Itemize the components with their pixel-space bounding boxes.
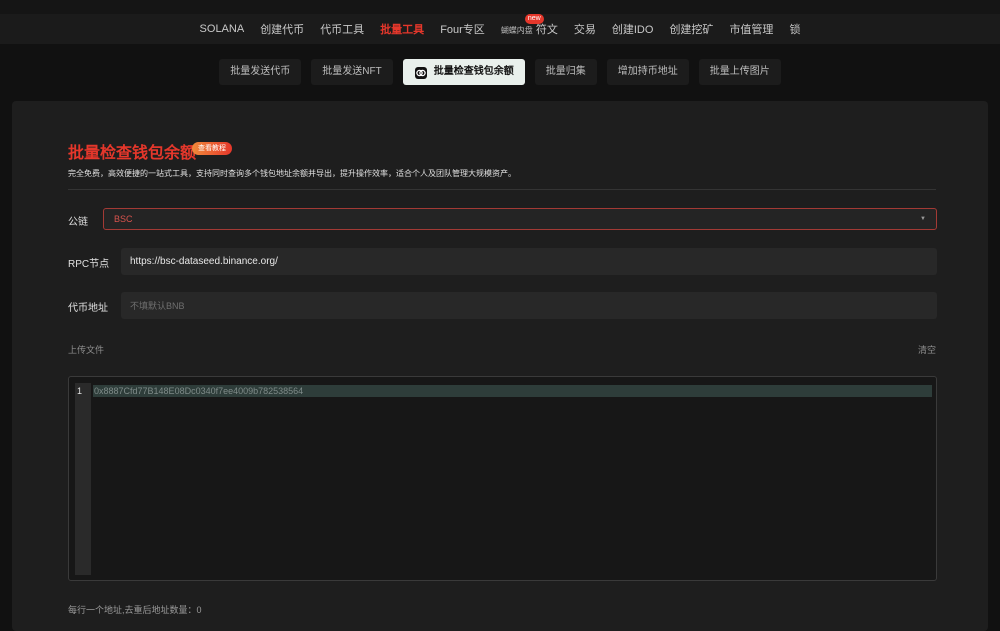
token-address-label: 代币地址 bbox=[68, 303, 108, 314]
main-panel: 批量检查钱包余额 查看教程 完全免费，高效便捷的一站式工具，支持同时查询多个钱包… bbox=[12, 101, 988, 631]
wallet-icon bbox=[414, 65, 428, 79]
rpc-label: RPC节点 bbox=[68, 259, 110, 270]
nav-item-batch-tools[interactable]: 批量工具 bbox=[372, 21, 432, 37]
divider bbox=[68, 189, 936, 190]
tab-batch-collect[interactable]: 批量归集 bbox=[534, 59, 597, 85]
nav-item-token-tools[interactable]: 代币工具 bbox=[312, 21, 372, 37]
tab-add-holder-address[interactable]: 增加持币地址 bbox=[606, 59, 689, 85]
nav-item-market-cap[interactable]: 市值管理 bbox=[721, 21, 781, 37]
page-description: 完全免费，高效便捷的一站式工具，支持同时查询多个钱包地址余额并导出，提升操作效率… bbox=[68, 169, 516, 178]
nav-item-runes-label: 符文 bbox=[535, 24, 558, 36]
top-strip bbox=[0, 0, 1000, 14]
tab-batch-check-balance-label: 批量检查钱包余额 bbox=[433, 66, 514, 77]
chain-select[interactable]: BSC ▼ bbox=[103, 208, 937, 230]
nav-item-create-mining[interactable]: 创建挖矿 bbox=[661, 21, 721, 37]
new-badge: new bbox=[524, 14, 544, 24]
nav-item-lock[interactable]: 锁 bbox=[781, 21, 808, 37]
caret-down-icon: ▼ bbox=[920, 216, 926, 222]
nav-item-create-ido[interactable]: 创建IDO bbox=[604, 21, 662, 37]
tab-batch-send-nft[interactable]: 批量发送NFT bbox=[311, 59, 393, 85]
sub-nav: 批量发送代币 批量发送NFT 批量检查钱包余额 批量归集 增加持币地址 批量上传… bbox=[0, 58, 1000, 86]
rpc-input[interactable] bbox=[121, 248, 937, 275]
token-address-input[interactable] bbox=[121, 292, 937, 319]
tab-batch-check-balance[interactable]: 批量检查钱包余额 bbox=[402, 59, 525, 85]
tab-batch-send-token[interactable]: 批量发送代币 bbox=[219, 59, 302, 85]
nav-item-trade[interactable]: 交易 bbox=[566, 21, 604, 37]
nav-item-solana[interactable]: SOLANA bbox=[192, 23, 253, 35]
nav-item-four-zone[interactable]: Four专区 bbox=[432, 21, 493, 37]
nav-item-create-token[interactable]: 创建代币 bbox=[252, 21, 312, 37]
chain-label: 公链 bbox=[68, 217, 88, 228]
clear-button[interactable]: 清空 bbox=[918, 343, 936, 356]
top-nav: SOLANA 创建代币 代币工具 批量工具 Four专区 蝴蝶内盘 new 符文… bbox=[0, 14, 1000, 44]
nav-item-runes[interactable]: 蝴蝶内盘 new 符文 bbox=[493, 14, 566, 37]
page-title: 批量检查钱包余额 bbox=[68, 145, 197, 162]
editor-line[interactable]: 0x8887Cfd77B148E08Dc0340f7ee4009b7825385… bbox=[93, 385, 932, 397]
tab-batch-upload-images[interactable]: 批量上传图片 bbox=[698, 59, 781, 85]
address-count-text: 每行一个地址,去重后地址数量：0 bbox=[68, 605, 202, 615]
tutorial-button[interactable]: 查看教程 bbox=[192, 142, 232, 155]
chain-select-value: BSC bbox=[114, 214, 133, 224]
nav-item-runes-prefix: 蝴蝶内盘 bbox=[500, 26, 533, 35]
editor-gutter bbox=[75, 383, 91, 575]
address-editor[interactable]: 1 0x8887Cfd77B148E08Dc0340f7ee4009b78253… bbox=[68, 376, 937, 581]
upload-file-button[interactable]: 上传文件 bbox=[68, 343, 104, 356]
line-number: 1 bbox=[77, 386, 83, 396]
